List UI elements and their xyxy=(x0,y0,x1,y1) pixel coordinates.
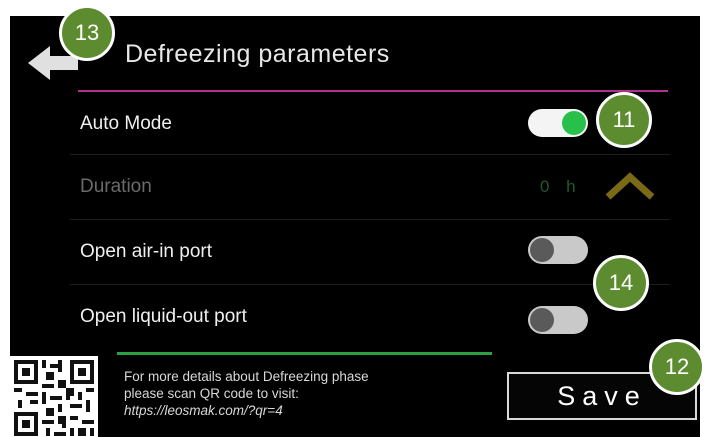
callout-badge-12: 12 xyxy=(649,339,705,395)
info-line: please scan QR code to visit: xyxy=(124,386,299,401)
toggle-knob xyxy=(530,238,554,262)
callout-badge-14: 14 xyxy=(593,255,649,311)
setting-label: Duration xyxy=(80,176,152,197)
page-title: Defreezing parameters xyxy=(125,40,390,68)
callout-badge-11: 11 xyxy=(596,92,652,148)
defreezing-screen: Defreezing parameters Auto Mode Duration… xyxy=(10,16,700,437)
info-divider xyxy=(117,352,492,355)
liquid-out-port-toggle[interactable] xyxy=(528,306,588,334)
setting-label: Auto Mode xyxy=(80,113,172,134)
auto-mode-toggle[interactable] xyxy=(528,109,588,137)
duration-value: 0 h xyxy=(540,177,582,196)
air-in-port-toggle[interactable] xyxy=(528,236,588,264)
callout-badge-13: 13 xyxy=(59,5,115,61)
setting-label: Open air-in port xyxy=(80,241,213,262)
setting-label: Open liquid-out port xyxy=(80,306,247,327)
info-text: For more details about Defreezing phase … xyxy=(124,368,369,419)
qr-code xyxy=(10,356,98,437)
info-url: https://leosmak.com/?qr=4 xyxy=(124,403,283,418)
toggle-knob xyxy=(530,308,554,332)
toggle-knob xyxy=(562,111,586,135)
chevron-up-icon[interactable] xyxy=(604,171,656,201)
info-line: For more details about Defreezing phase xyxy=(124,369,369,384)
